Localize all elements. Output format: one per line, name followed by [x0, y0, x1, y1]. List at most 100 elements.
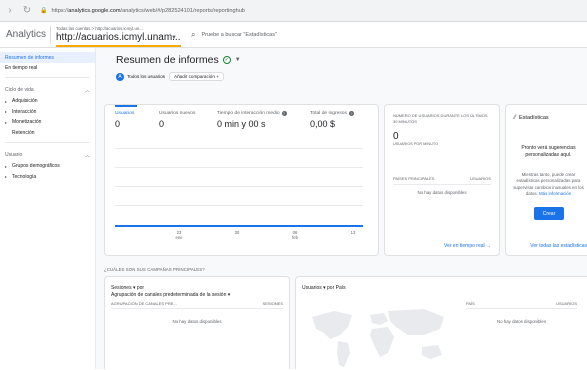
campaigns-card: Sesiones ▾ por Agrupación de canales pre…: [104, 276, 290, 369]
sessions-dimension-selector[interactable]: Sesiones ▾ por: [111, 285, 144, 291]
insights-heading-text: Estadísticas: [519, 115, 549, 121]
monetization-label: Monetización: [12, 119, 42, 126]
chevron-up-icon: ︿: [84, 152, 90, 159]
metric-value: 0: [115, 119, 121, 129]
url-prefix: https://: [51, 7, 69, 14]
metric-label: Total de ingresos: [310, 111, 347, 116]
add-comparison-button[interactable]: Añadir comparación +: [169, 72, 224, 81]
x-tick: 06 feb: [287, 230, 303, 240]
empty-state: No hay datos disponibles: [417, 190, 467, 195]
map-south-america: [337, 341, 350, 367]
sidebar-item-realtime[interactable]: En tiempo real: [0, 63, 95, 73]
sidebar-section-lifecycle[interactable]: Ciclo de vida ︿: [0, 84, 95, 96]
learn-more-link[interactable]: Más información: [539, 191, 571, 196]
selected-metric-indicator: [115, 105, 137, 107]
caret-right-icon: ▸: [5, 163, 8, 169]
help-icon[interactable]: ?: [348, 111, 354, 116]
page-title-text: Resumen de informes: [116, 54, 219, 66]
demographics-label: Grupos demográficos: [12, 163, 60, 170]
view-all-insights-link[interactable]: Ver todas las estadísticas: [530, 243, 587, 249]
metric-label: Tiempo de interacción medio: [217, 111, 280, 116]
chevron-up-icon: ︿: [84, 87, 90, 94]
chevron-down-icon[interactable]: ▼: [235, 57, 241, 63]
channel-group-selector[interactable]: Agrupación de canales predeterminada de …: [111, 292, 230, 298]
search-bar[interactable]: ⌕ Pruebe a buscar "Estadísticas": [191, 26, 341, 44]
column-header: PAÍS: [466, 301, 475, 306]
selector-underline: [56, 44, 181, 47]
metric-value: 0,00 $: [310, 119, 336, 129]
empty-state: No hay datos disponibles: [172, 319, 222, 324]
caret-right-icon: ▸: [5, 119, 8, 125]
sidebar-item-engagement[interactable]: ▸ Interacción: [0, 107, 95, 118]
realtime-value: 0: [393, 131, 399, 142]
url-path: /analytics/web/#/p282524101/reports/repo…: [120, 7, 245, 14]
metric-engagement-time[interactable]: Tiempo de interacción medio? 0 min y 00 …: [217, 111, 287, 129]
chart-gridline: [115, 186, 363, 187]
browser-toolbar: › ↻ 🔒 https://analytics.google.com/analy…: [0, 0, 587, 22]
column-header: AGRUPACIÓN DE CANALES PRE...: [111, 301, 177, 306]
x-tick-day: 30: [234, 230, 240, 235]
campaigns-table-header: AGRUPACIÓN DE CANALES PRE... SESIONES: [111, 301, 283, 309]
sidebar-item-retention[interactable]: Retención: [0, 128, 95, 139]
url-host: analytics.google.com: [68, 7, 121, 14]
sidebar-item-technology[interactable]: ▸ Tecnología: [0, 172, 95, 183]
help-icon[interactable]: ?: [281, 111, 287, 116]
users-country-selector[interactable]: Usuarios ▾ por País: [302, 285, 346, 291]
chart-series-line: [115, 225, 363, 227]
sidebar-divider: [5, 77, 90, 78]
account-breadcrumb: Todas las cuentas > http://acuarios.icmy…: [56, 25, 143, 31]
world-map[interactable]: [304, 305, 454, 370]
sidebar-item-demographics[interactable]: ▸ Grupos demográficos: [0, 161, 95, 172]
all-users-chip[interactable]: A Todos los usuarios: [116, 72, 166, 81]
users-by-country-card: Usuarios ▾ por País PAÍS USUARIOS No hay…: [295, 276, 587, 369]
lock-icon: 🔒: [40, 8, 48, 14]
metric-revenue[interactable]: Total de ingresos? 0,00 $: [310, 111, 354, 129]
insights-description: Mientras tanto, puede crear estadísticas…: [510, 172, 587, 198]
x-tick: 13: [345, 230, 361, 235]
chart-gridline: [115, 205, 363, 206]
comparison-chips: A Todos los usuarios Añadir comparación …: [116, 72, 224, 81]
column-header: SESIONES: [262, 301, 283, 306]
forward-icon[interactable]: ›: [3, 5, 17, 16]
empty-state: No hay datos disponibles: [496, 319, 547, 324]
header-divider: [50, 25, 51, 44]
realtime-subtitle: USUARIOS POR MINUTO: [393, 142, 439, 146]
metric-new-users[interactable]: Usuarios nuevos 0: [159, 111, 195, 129]
map-australia: [422, 345, 442, 359]
map-asia: [388, 309, 444, 335]
chart-gridline: [115, 167, 363, 168]
x-tick-day: 13: [350, 230, 356, 235]
create-button[interactable]: Crear: [534, 207, 564, 220]
insights-title: Pronto verá sugerencias personalizadas a…: [521, 145, 576, 158]
app-header: Analytics Todas las cuentas > http://acu…: [0, 22, 587, 48]
column-header: USUARIOS: [556, 301, 577, 306]
metric-label-row: Tiempo de interacción medio?: [217, 111, 287, 116]
x-tick-month: feb: [292, 235, 298, 241]
sidebar-divider: [5, 142, 90, 143]
app-name[interactable]: Analytics: [6, 29, 46, 40]
metric-users[interactable]: Usuarios 0: [115, 105, 137, 129]
sidebar-item-overview[interactable]: Resumen de informes: [0, 52, 95, 63]
metric-label: Usuarios nuevos: [159, 111, 196, 116]
view-realtime-link[interactable]: Ver en tiempo real →: [444, 243, 491, 249]
sidebar-item-monetization[interactable]: ▸ Monetización: [0, 117, 95, 128]
address-bar[interactable]: 🔒 https://analytics.google.com/analytics…: [40, 7, 245, 15]
map-europe: [370, 313, 388, 325]
caret-right-icon: ▸: [5, 109, 8, 115]
sidebar: Resumen de informes En tiempo real Ciclo…: [0, 48, 96, 369]
account-selector[interactable]: Todas las cuentas > http://acuarios.icmy…: [56, 23, 181, 47]
technology-label: Tecnología: [12, 173, 37, 180]
all-users-label: Todos los usuarios: [127, 74, 166, 79]
main-content: Resumen de informes ✓ ▼ A Todos los usua…: [96, 48, 587, 369]
metric-label-row: Total de ingresos?: [310, 111, 354, 116]
caret-right-icon: ▸: [5, 98, 8, 104]
property-name: http://acuarios.icmyl.unam...: [56, 31, 181, 43]
caret-right-icon: ▸: [5, 174, 8, 180]
reload-icon[interactable]: ↻: [20, 5, 34, 16]
user-segment-icon: A: [116, 72, 124, 81]
check-circle-icon[interactable]: ✓: [222, 56, 231, 64]
sidebar-section-user[interactable]: Usuario ︿: [0, 149, 95, 161]
sidebar-item-acquisition[interactable]: ▸ Adquisición: [0, 96, 95, 107]
realtime-card: NÚMERO DE USUARIOS DURANTE LOS ÚLTIMOS 3…: [384, 104, 500, 256]
map-north-america: [312, 311, 352, 339]
